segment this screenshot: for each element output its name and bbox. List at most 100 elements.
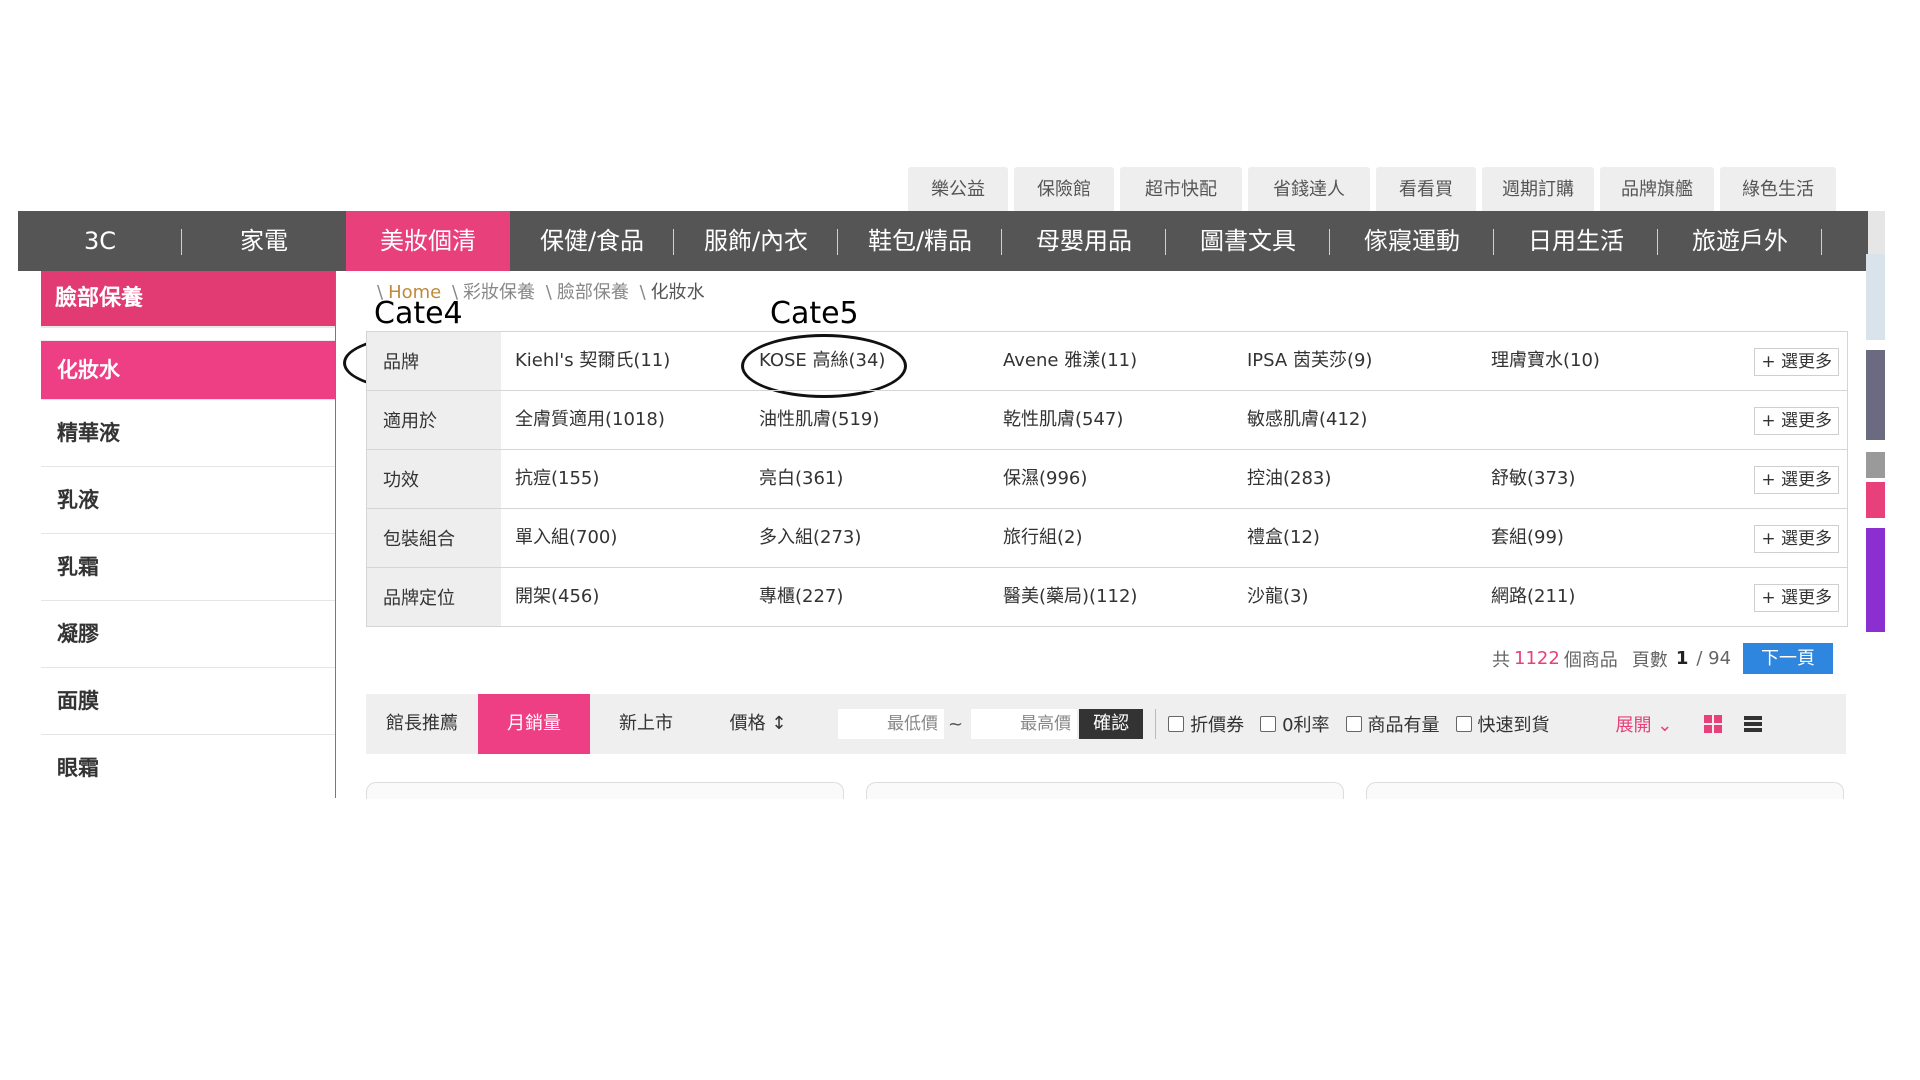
nav-item-shoes-bags[interactable]: 鞋包/精品 xyxy=(838,211,1002,271)
filter-label: 品牌定位 xyxy=(367,568,501,626)
product-card[interactable] xyxy=(366,782,844,799)
filter-option[interactable]: 沙龍(3) xyxy=(1233,568,1477,626)
nav-label: 服飾/內衣 xyxy=(703,227,809,255)
more-options-button[interactable]: + 選更多 xyxy=(1754,348,1839,376)
side-ad-banner[interactable] xyxy=(1866,452,1885,478)
filter-label: 包裝組合 xyxy=(367,509,501,567)
side-ad-banner[interactable] xyxy=(1866,350,1885,440)
nav-item-daily[interactable]: 日用生活 xyxy=(1494,211,1658,271)
filter-option[interactable]: 亮白(361) xyxy=(745,450,989,508)
in-stock-checkbox[interactable]: 商品有量 xyxy=(1345,711,1440,737)
checkbox-label: 商品有量 xyxy=(1367,715,1440,736)
filter-option[interactable]: 多入組(273) xyxy=(745,509,989,567)
nav-label: 保健/食品 xyxy=(539,227,645,255)
expand-filters-button[interactable]: 展開 ⌄ xyxy=(1616,711,1673,737)
top-tab[interactable]: 綠色生活 xyxy=(1720,167,1836,212)
filter-option[interactable]: 乾性肌膚(547) xyxy=(989,391,1233,449)
checkbox-icon xyxy=(1260,716,1277,732)
filter-row-skin-type: 適用於 全膚質適用(1018) 油性肌膚(519) 乾性肌膚(547) 敏感肌膚… xyxy=(367,391,1847,450)
checkbox-icon xyxy=(1455,716,1472,732)
more-options-button[interactable]: + 選更多 xyxy=(1754,407,1839,435)
sidebar-item-gel[interactable]: 凝膠 xyxy=(41,601,335,668)
fast-delivery-checkbox[interactable]: 快速到貨 xyxy=(1455,711,1550,737)
sidebar-item-cream[interactable]: 乳霜 xyxy=(41,534,335,601)
annotation-cate5: Cate5 xyxy=(770,296,859,331)
price-confirm-button[interactable]: 確認 xyxy=(1079,709,1144,739)
grid-view-icon[interactable] xyxy=(1704,715,1723,733)
filter-option[interactable]: Kiehl's 契爾氏(11) xyxy=(501,332,745,390)
sort-new-arrivals[interactable]: 新上市 xyxy=(590,694,702,754)
filter-option[interactable]: 醫美(藥局)(112) xyxy=(989,568,1233,626)
sidebar-header[interactable]: 臉部保養 xyxy=(41,271,335,328)
sidebar-item-serum[interactable]: 精華液 xyxy=(41,400,335,467)
top-tab[interactable]: 超市快配 xyxy=(1120,167,1242,212)
nav-item-apparel[interactable]: 服飾/內衣 xyxy=(674,211,838,271)
top-tab[interactable]: 樂公益 xyxy=(908,167,1008,212)
product-card[interactable] xyxy=(1366,782,1844,799)
checkbox-label: 0利率 xyxy=(1282,715,1330,736)
nav-item-baby[interactable]: 母嬰用品 xyxy=(1002,211,1166,271)
price-range-separator: ~ xyxy=(948,713,964,735)
sort-monthly-sales[interactable]: 月銷量 xyxy=(478,694,590,754)
filter-option[interactable]: 全膚質適用(1018) xyxy=(501,391,745,449)
nav-item-furniture-sports[interactable]: 傢寢運動 xyxy=(1330,211,1494,271)
filter-option[interactable]: 舒敏(373) xyxy=(1477,450,1721,508)
side-ad-banner[interactable] xyxy=(1866,482,1885,518)
nav-label: 圖書文具 xyxy=(1200,227,1296,255)
filter-option[interactable]: 禮盒(12) xyxy=(1233,509,1477,567)
filter-option[interactable]: 專櫃(227) xyxy=(745,568,989,626)
top-tab[interactable]: 省錢達人 xyxy=(1248,167,1370,212)
list-view-icon[interactable] xyxy=(1744,716,1763,732)
filter-label: 適用於 xyxy=(367,391,501,449)
min-price-input[interactable]: 最低價 xyxy=(838,709,944,739)
top-tab[interactable]: 保險館 xyxy=(1014,167,1114,212)
filter-option[interactable]: Avene 雅漾(11) xyxy=(989,332,1233,390)
filter-option[interactable]: 網路(211) xyxy=(1477,568,1721,626)
more-options-button[interactable]: + 選更多 xyxy=(1754,525,1839,553)
filter-option[interactable]: 套組(99) xyxy=(1477,509,1721,567)
filter-option[interactable]: 油性肌膚(519) xyxy=(745,391,989,449)
filter-option[interactable]: 旅行組(2) xyxy=(989,509,1233,567)
filter-option[interactable]: 保濕(996) xyxy=(989,450,1233,508)
checkbox-label: 折價券 xyxy=(1190,715,1245,736)
breadcrumb-face-care[interactable]: 臉部保養 xyxy=(557,282,629,303)
sort-price[interactable]: 價格 ↕ xyxy=(702,694,814,754)
top-tab[interactable]: 週期訂購 xyxy=(1482,167,1594,212)
annotation-cate4: Cate4 xyxy=(374,296,463,331)
nav-item-books[interactable]: 圖書文具 xyxy=(1166,211,1330,271)
nav-item-health-food[interactable]: 保健/食品 xyxy=(510,211,674,271)
filter-option[interactable]: KOSE 高絲(34) xyxy=(745,332,989,390)
side-ad-banner[interactable] xyxy=(1866,254,1885,340)
max-price-input[interactable]: 最高價 xyxy=(971,709,1078,739)
more-options-button[interactable]: + 選更多 xyxy=(1754,466,1839,494)
nav-item-appliances[interactable]: 家電 xyxy=(182,211,346,271)
sidebar-item-toner[interactable]: 化妝水 xyxy=(41,341,335,400)
sort-recommended[interactable]: 館長推薦 xyxy=(366,694,478,754)
nav-item-beauty[interactable]: 美妝個清 xyxy=(346,211,510,271)
checkbox-icon xyxy=(1345,716,1362,732)
breadcrumb-makeup[interactable]: 彩妝保養 xyxy=(463,282,535,303)
more-options-button[interactable]: + 選更多 xyxy=(1754,584,1839,612)
sidebar-item-mask[interactable]: 面膜 xyxy=(41,668,335,735)
top-tab[interactable]: 看看買 xyxy=(1376,167,1476,212)
filter-option[interactable]: 單入組(700) xyxy=(501,509,745,567)
filter-option[interactable]: 敏感肌膚(412) xyxy=(1233,391,1477,449)
sidebar-item-eye-cream[interactable]: 眼霜 xyxy=(41,735,335,798)
filter-option[interactable]: 理膚寶水(10) xyxy=(1477,332,1721,390)
zero-interest-checkbox[interactable]: 0利率 xyxy=(1260,711,1330,737)
nav-item-travel[interactable]: 旅遊戶外 xyxy=(1658,211,1822,271)
nav-item-3c[interactable]: 3C xyxy=(18,211,182,271)
side-ad-banner[interactable] xyxy=(1866,528,1885,632)
coupon-checkbox[interactable]: 折價券 xyxy=(1168,711,1244,737)
top-tab[interactable]: 品牌旗艦 xyxy=(1600,167,1714,212)
filter-option[interactable]: 抗痘(155) xyxy=(501,450,745,508)
filter-option[interactable]: IPSA 茵芙莎(9) xyxy=(1233,332,1477,390)
filter-row-brand: 品牌 Kiehl's 契爾氏(11) KOSE 高絲(34) Avene 雅漾(… xyxy=(367,332,1847,391)
filter-option[interactable]: 開架(456) xyxy=(501,568,745,626)
nav-label: 鞋包/精品 xyxy=(867,227,973,255)
sidebar-item-lotion[interactable]: 乳液 xyxy=(41,467,335,534)
filter-option[interactable]: 控油(283) xyxy=(1233,450,1477,508)
product-card[interactable] xyxy=(866,782,1344,799)
filter-label: 功效 xyxy=(367,450,501,508)
next-page-button[interactable]: 下一頁 xyxy=(1743,643,1834,674)
